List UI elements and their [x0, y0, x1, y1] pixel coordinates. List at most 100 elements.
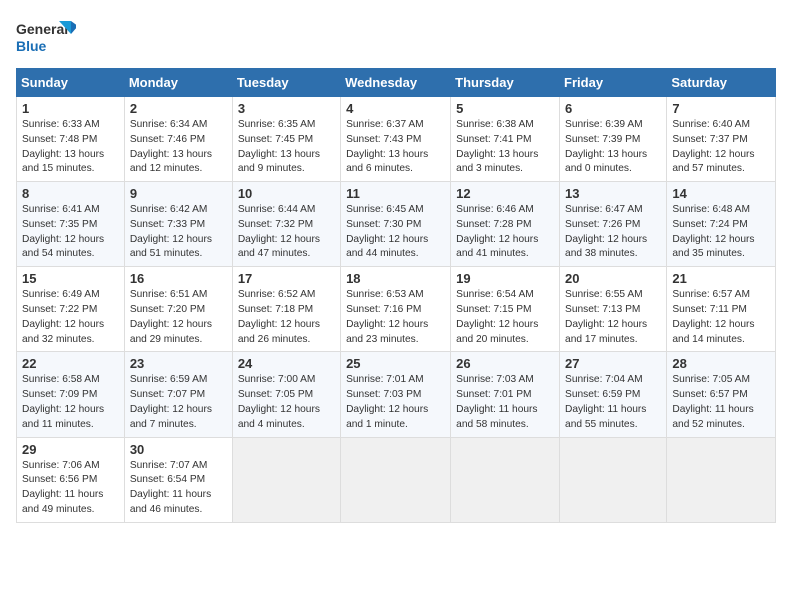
calendar-cell: 6 Sunrise: 6:39 AM Sunset: 7:39 PM Daylig… [560, 97, 667, 182]
calendar-cell: 29 Sunrise: 7:06 AM Sunset: 6:56 PM Dayli… [17, 437, 125, 522]
day-info: Sunrise: 6:41 AM Sunset: 7:35 PM Dayligh… [22, 203, 119, 262]
calendar-cell: 26 Sunrise: 7:03 AM Sunset: 7:01 PM Dayli… [451, 352, 560, 437]
day-number: 11 [346, 186, 445, 201]
day-info: Sunrise: 6:44 AM Sunset: 7:32 PM Dayligh… [238, 203, 335, 262]
calendar-cell: 24Sunrise: 7:00 AM Sunset: 7:05 PM Dayli… [232, 352, 340, 437]
calendar-cell: 13 Sunrise: 6:47 AM Sunset: 7:26 PM Dayli… [560, 182, 667, 267]
day-info: Sunrise: 6:58 AM Sunset: 7:09 PM Dayligh… [22, 373, 119, 432]
calendar-cell: 23 Sunrise: 6:59 AM Sunset: 7:07 PM Dayli… [124, 352, 232, 437]
calendar-cell [451, 437, 560, 522]
day-info: Sunrise: 6:46 AM Sunset: 7:28 PM Dayligh… [456, 203, 554, 262]
calendar-cell: 21 Sunrise: 6:57 AM Sunset: 7:11 PM Dayli… [667, 267, 776, 352]
day-number: 21 [672, 271, 770, 286]
calendar-cell: 12 Sunrise: 6:46 AM Sunset: 7:28 PM Dayli… [451, 182, 560, 267]
calendar-cell: 2Sunrise: 6:34 AM Sunset: 7:46 PM Daylig… [124, 97, 232, 182]
day-info: Sunrise: 6:54 AM Sunset: 7:15 PM Dayligh… [456, 288, 554, 347]
day-info: Sunrise: 6:35 AM Sunset: 7:45 PM Dayligh… [238, 118, 335, 177]
weekday-header: Monday [124, 69, 232, 97]
svg-text:Blue: Blue [16, 38, 47, 54]
calendar-table: SundayMondayTuesdayWednesdayThursdayFrid… [16, 68, 776, 523]
day-info: Sunrise: 6:48 AM Sunset: 7:24 PM Dayligh… [672, 203, 770, 262]
calendar-cell: 25Sunrise: 7:01 AM Sunset: 7:03 PM Dayli… [341, 352, 451, 437]
calendar-week-row: 15Sunrise: 6:49 AM Sunset: 7:22 PM Dayli… [17, 267, 776, 352]
day-info: Sunrise: 6:45 AM Sunset: 7:30 PM Dayligh… [346, 203, 445, 262]
calendar-cell: 22 Sunrise: 6:58 AM Sunset: 7:09 PM Dayli… [17, 352, 125, 437]
calendar-cell: 9Sunrise: 6:42 AM Sunset: 7:33 PM Daylig… [124, 182, 232, 267]
day-number: 24 [238, 356, 335, 371]
day-info: Sunrise: 6:55 AM Sunset: 7:13 PM Dayligh… [565, 288, 661, 347]
day-number: 6 [565, 101, 661, 116]
day-number: 20 [565, 271, 661, 286]
day-number: 10 [238, 186, 335, 201]
calendar-week-row: 29 Sunrise: 7:06 AM Sunset: 6:56 PM Dayli… [17, 437, 776, 522]
day-number: 8 [22, 186, 119, 201]
day-info: Sunrise: 6:51 AM Sunset: 7:20 PM Dayligh… [130, 288, 227, 347]
calendar-week-row: 22 Sunrise: 6:58 AM Sunset: 7:09 PM Dayli… [17, 352, 776, 437]
day-number: 7 [672, 101, 770, 116]
calendar-cell: 14 Sunrise: 6:48 AM Sunset: 7:24 PM Dayli… [667, 182, 776, 267]
day-number: 28 [672, 356, 770, 371]
day-number: 30 [130, 442, 227, 457]
day-info: Sunrise: 7:05 AM Sunset: 6:57 PM Dayligh… [672, 373, 770, 432]
day-info: Sunrise: 6:49 AM Sunset: 7:22 PM Dayligh… [22, 288, 119, 347]
calendar-cell [667, 437, 776, 522]
day-number: 27 [565, 356, 661, 371]
day-number: 5 [456, 101, 554, 116]
calendar-cell: 10 Sunrise: 6:44 AM Sunset: 7:32 PM Dayli… [232, 182, 340, 267]
calendar-cell: 4Sunrise: 6:37 AM Sunset: 7:43 PM Daylig… [341, 97, 451, 182]
calendar-cell [232, 437, 340, 522]
calendar-cell: 28 Sunrise: 7:05 AM Sunset: 6:57 PM Dayli… [667, 352, 776, 437]
day-number: 13 [565, 186, 661, 201]
day-number: 25 [346, 356, 445, 371]
day-number: 3 [238, 101, 335, 116]
day-number: 18 [346, 271, 445, 286]
day-number: 2 [130, 101, 227, 116]
calendar-cell: 11 Sunrise: 6:45 AM Sunset: 7:30 PM Dayli… [341, 182, 451, 267]
day-number: 17 [238, 271, 335, 286]
calendar-cell [341, 437, 451, 522]
day-info: Sunrise: 7:04 AM Sunset: 6:59 PM Dayligh… [565, 373, 661, 432]
day-info: Sunrise: 7:07 AM Sunset: 6:54 PM Dayligh… [130, 459, 227, 518]
day-number: 23 [130, 356, 227, 371]
day-info: Sunrise: 6:38 AM Sunset: 7:41 PM Dayligh… [456, 118, 554, 177]
day-number: 14 [672, 186, 770, 201]
calendar-cell: 16 Sunrise: 6:51 AM Sunset: 7:20 PM Dayli… [124, 267, 232, 352]
weekday-header: Sunday [17, 69, 125, 97]
svg-text:General: General [16, 21, 68, 37]
logo-svg: GeneralBlue [16, 16, 76, 60]
weekday-header: Friday [560, 69, 667, 97]
day-info: Sunrise: 6:57 AM Sunset: 7:11 PM Dayligh… [672, 288, 770, 347]
day-info: Sunrise: 6:59 AM Sunset: 7:07 PM Dayligh… [130, 373, 227, 432]
logo: GeneralBlue [16, 16, 76, 60]
calendar-week-row: 1Sunrise: 6:33 AM Sunset: 7:48 PM Daylig… [17, 97, 776, 182]
day-number: 16 [130, 271, 227, 286]
day-info: Sunrise: 7:03 AM Sunset: 7:01 PM Dayligh… [456, 373, 554, 432]
day-info: Sunrise: 6:33 AM Sunset: 7:48 PM Dayligh… [22, 118, 119, 177]
calendar-cell: 1Sunrise: 6:33 AM Sunset: 7:48 PM Daylig… [17, 97, 125, 182]
calendar-cell: 27 Sunrise: 7:04 AM Sunset: 6:59 PM Dayli… [560, 352, 667, 437]
day-info: Sunrise: 6:52 AM Sunset: 7:18 PM Dayligh… [238, 288, 335, 347]
day-info: Sunrise: 6:47 AM Sunset: 7:26 PM Dayligh… [565, 203, 661, 262]
day-number: 4 [346, 101, 445, 116]
day-number: 19 [456, 271, 554, 286]
calendar-cell: 5 Sunrise: 6:38 AM Sunset: 7:41 PM Daylig… [451, 97, 560, 182]
day-info: Sunrise: 6:39 AM Sunset: 7:39 PM Dayligh… [565, 118, 661, 177]
calendar-cell: 3 Sunrise: 6:35 AM Sunset: 7:45 PM Daylig… [232, 97, 340, 182]
day-info: Sunrise: 6:40 AM Sunset: 7:37 PM Dayligh… [672, 118, 770, 177]
day-number: 26 [456, 356, 554, 371]
calendar-week-row: 8 Sunrise: 6:41 AM Sunset: 7:35 PM Daylig… [17, 182, 776, 267]
weekday-header: Saturday [667, 69, 776, 97]
calendar-cell: 19 Sunrise: 6:54 AM Sunset: 7:15 PM Dayli… [451, 267, 560, 352]
day-info: Sunrise: 6:53 AM Sunset: 7:16 PM Dayligh… [346, 288, 445, 347]
calendar-cell: 20 Sunrise: 6:55 AM Sunset: 7:13 PM Dayli… [560, 267, 667, 352]
calendar-cell: 7 Sunrise: 6:40 AM Sunset: 7:37 PM Daylig… [667, 97, 776, 182]
day-number: 12 [456, 186, 554, 201]
day-number: 22 [22, 356, 119, 371]
calendar-cell: 30 Sunrise: 7:07 AM Sunset: 6:54 PM Dayli… [124, 437, 232, 522]
day-info: Sunrise: 7:06 AM Sunset: 6:56 PM Dayligh… [22, 459, 119, 518]
calendar-cell: 15Sunrise: 6:49 AM Sunset: 7:22 PM Dayli… [17, 267, 125, 352]
day-number: 29 [22, 442, 119, 457]
calendar-cell [560, 437, 667, 522]
page-header: GeneralBlue [16, 16, 776, 60]
calendar-cell: 18 Sunrise: 6:53 AM Sunset: 7:16 PM Dayli… [341, 267, 451, 352]
